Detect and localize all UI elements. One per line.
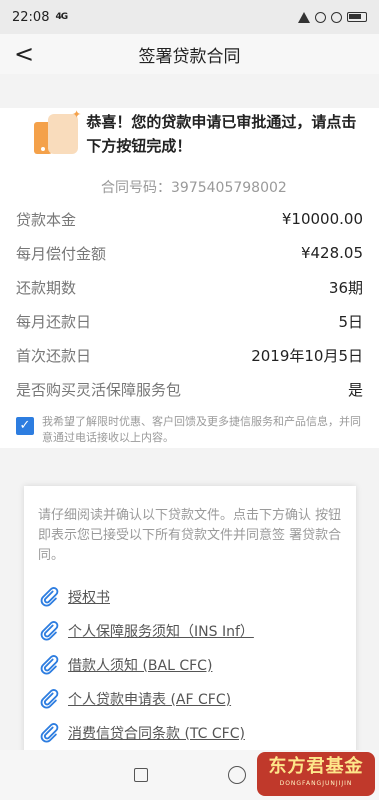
document-link[interactable]: 授权书 xyxy=(38,580,342,614)
document-label[interactable]: 个人保障服务须知（INS Inf） xyxy=(68,621,254,641)
top-nav-bar: < 签署贷款合同 xyxy=(0,34,379,74)
page-title: 签署贷款合同 xyxy=(138,46,241,67)
detail-row-due-day: 每月还款日 5日 xyxy=(16,304,363,338)
detail-label: 还款期数 xyxy=(16,278,77,297)
alert-icon xyxy=(298,11,310,23)
detail-label: 贷款本金 xyxy=(16,210,77,229)
paperclip-icon xyxy=(40,723,59,743)
document-label[interactable]: 授权书 xyxy=(68,587,110,607)
approval-banner: ✦ 恭喜！您的贷款申请已审批通过，请点击下方按钮完成！ xyxy=(0,108,379,174)
detail-row-term: 还款期数 36期 xyxy=(16,270,363,304)
recents-button[interactable] xyxy=(133,768,148,782)
approval-illustration-icon: ✦ xyxy=(28,108,81,162)
detail-row-first-due: 首次还款日 2019年10月5日 xyxy=(16,338,363,372)
consent-checkbox[interactable]: ✓ xyxy=(16,417,34,435)
document-label[interactable]: 消费信贷合同条款 (TC CFC) xyxy=(68,723,245,743)
detail-label: 首次还款日 xyxy=(16,346,92,365)
document-link[interactable]: 个人保障服务须知（INS Inf） xyxy=(38,614,342,648)
detail-value: ¥428.05 xyxy=(300,244,363,262)
paperclip-icon xyxy=(40,621,59,641)
detail-row-principal: 贷款本金 ¥10000.00 xyxy=(16,202,363,236)
detail-row-monthly-payment: 每月偿付金额 ¥428.05 xyxy=(16,236,363,270)
paperclip-icon xyxy=(40,689,59,709)
signal-icon: 4G xyxy=(55,12,68,22)
loan-details: 贷款本金 ¥10000.00 每月偿付金额 ¥428.05 还款期数 36期 每… xyxy=(0,202,379,406)
home-button[interactable] xyxy=(227,766,246,784)
document-link[interactable]: 消费信贷合同条款 (TC CFC) xyxy=(38,716,342,750)
detail-label: 是否购买灵活保障服务包 xyxy=(16,380,182,399)
status-time: 22:08 xyxy=(12,9,50,25)
watermark-logo: 东方君基金 DONGFANGJUNJIJIN xyxy=(257,752,375,796)
document-label[interactable]: 借款人须知 (BAL CFC) xyxy=(68,655,212,675)
marketing-consent: ✓ 我希望了解限时优惠、客户回馈及更多捷信服务和产品信息，并同意通过电话接收以上… xyxy=(0,406,379,448)
paperclip-icon xyxy=(40,587,59,607)
watermark-text: 东方君基金 xyxy=(268,756,364,777)
paperclip-icon xyxy=(40,655,59,675)
sync-icon xyxy=(315,11,326,23)
battery-icon xyxy=(347,12,367,22)
document-link[interactable]: 个人贷款申请表 (AF CFC) xyxy=(38,682,342,716)
section-gap xyxy=(0,448,379,482)
detail-value: 5日 xyxy=(338,312,363,331)
back-button[interactable]: < xyxy=(14,40,34,68)
location-icon xyxy=(331,11,342,23)
detail-value: 2019年10月5日 xyxy=(251,346,363,365)
consent-text: 我希望了解限时优惠、客户回馈及更多捷信服务和产品信息，并同意通过电话接收以上内容… xyxy=(42,415,361,444)
document-label[interactable]: 个人贷款申请表 (AF CFC) xyxy=(68,689,231,709)
documents-card: 请仔细阅读并确认以下贷款文件。点击下方确认 按钮即表示您已接受以下所有贷款文件并… xyxy=(24,486,356,776)
detail-row-protection: 是否购买灵活保障服务包 是 xyxy=(16,372,363,406)
documents-intro: 请仔细阅读并确认以下贷款文件。点击下方确认 按钮即表示您已接受以下所有贷款文件并… xyxy=(38,508,342,563)
document-link[interactable]: 借款人须知 (BAL CFC) xyxy=(38,648,342,682)
approval-message: 恭喜！您的贷款申请已审批通过，请点击下方按钮完成！ xyxy=(86,113,357,155)
detail-value: 36期 xyxy=(328,278,363,297)
section-gap xyxy=(0,74,379,108)
detail-label: 每月还款日 xyxy=(16,312,92,331)
watermark-subtext: DONGFANGJUNJIJIN xyxy=(279,780,353,787)
contract-number: 合同号码：3975405798002 xyxy=(101,180,287,196)
status-bar: 22:08 4G xyxy=(0,0,379,34)
detail-value: 是 xyxy=(347,380,363,399)
detail-label: 每月偿付金额 xyxy=(16,244,107,263)
detail-value: ¥10000.00 xyxy=(281,210,363,228)
